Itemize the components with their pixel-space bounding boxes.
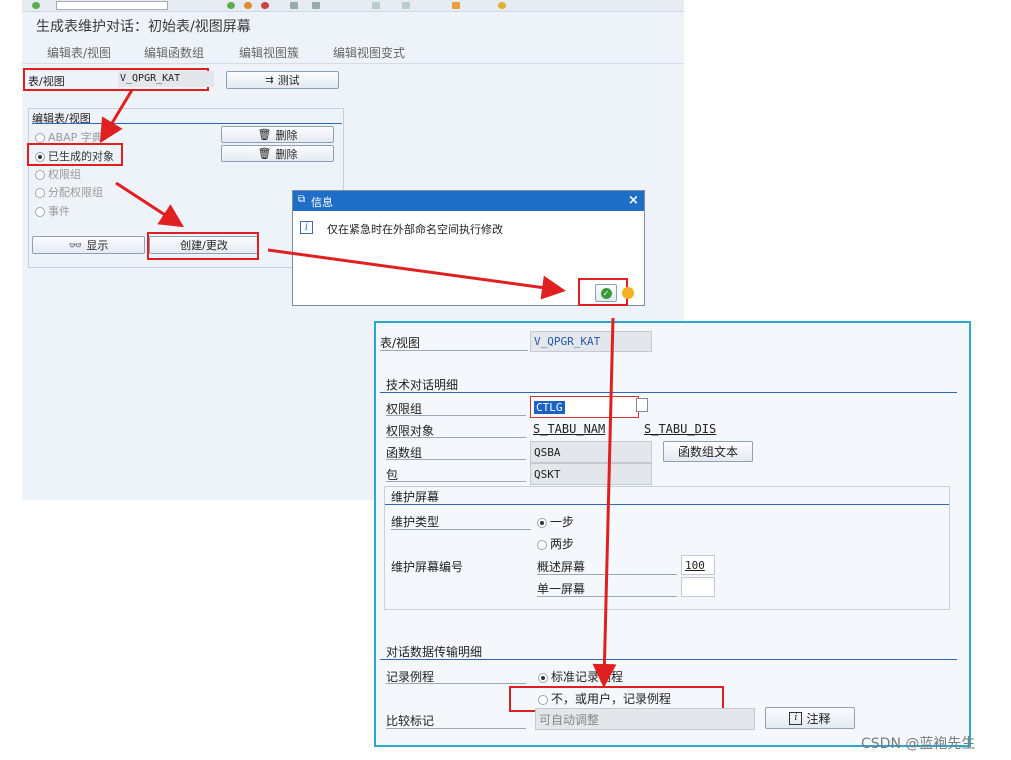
arrow-3 [267, 248, 566, 300]
annotation-arrows [99, 89, 617, 688]
arrow-4 [592, 317, 617, 688]
watermark: CSDN @蓝袍先生 [861, 736, 976, 752]
arrow-1 [99, 89, 134, 144]
arrow-2 [115, 181, 185, 228]
